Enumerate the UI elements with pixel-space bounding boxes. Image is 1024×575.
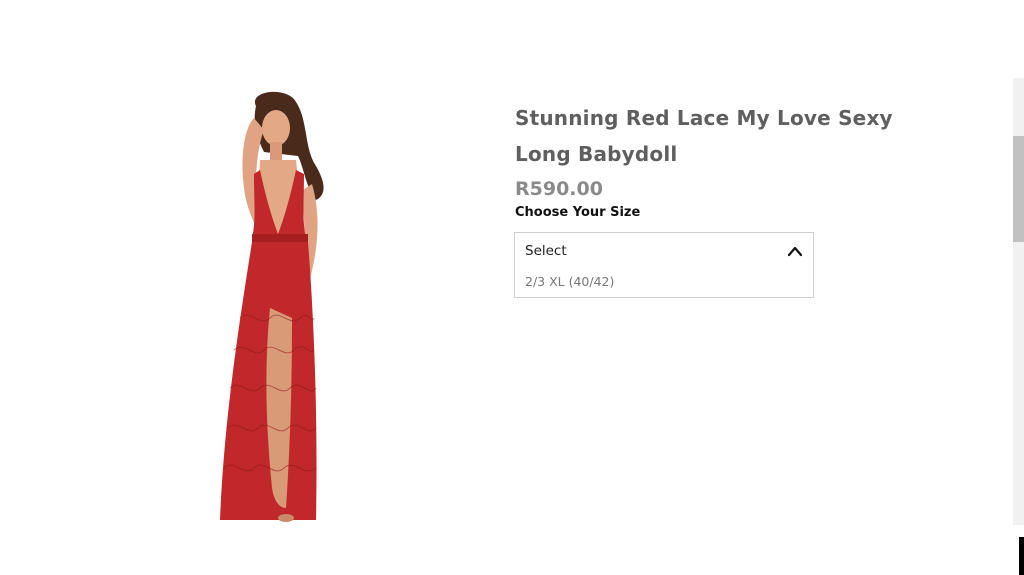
product-photo-illustration: [220, 91, 324, 522]
chevron-up-icon[interactable]: [787, 244, 803, 258]
size-label: Choose Your Size: [515, 205, 641, 220]
product-title: Stunning Red Lace My Love Sexy Long Baby…: [515, 106, 893, 166]
scrollbar-thumb[interactable]: [1013, 136, 1024, 242]
window-edge: [1019, 537, 1024, 575]
size-dropdown[interactable]: Select 2/3 XL (40/42): [514, 232, 814, 298]
size-dropdown-header[interactable]: Select: [525, 241, 805, 261]
product-price: R590.00: [515, 178, 603, 200]
size-option[interactable]: 2/3 XL (40/42): [525, 273, 614, 291]
product-image[interactable]: [200, 88, 350, 528]
product-info: Stunning Red Lace My Love Sexy Long Baby…: [515, 100, 935, 222]
size-dropdown-value: Select: [525, 243, 567, 259]
product-page: Stunning Red Lace My Love Sexy Long Baby…: [0, 0, 1024, 575]
